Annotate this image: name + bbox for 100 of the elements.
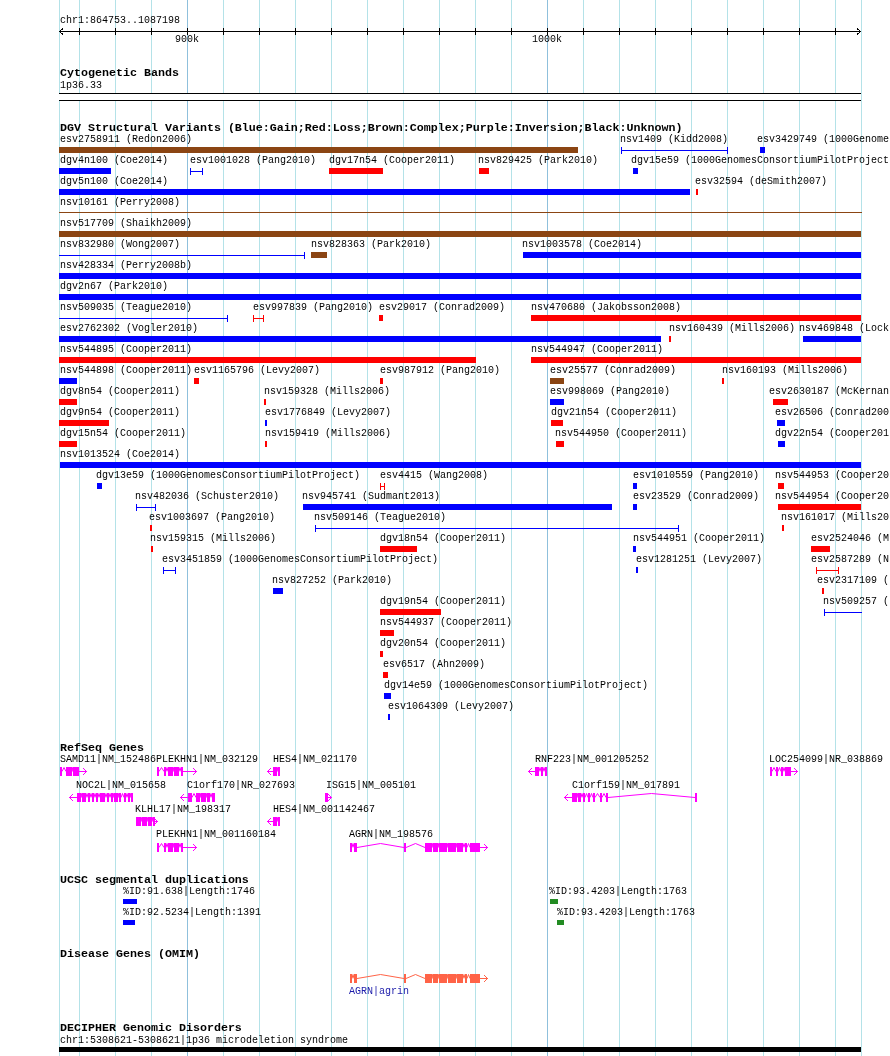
- variant-span[interactable]: [253, 315, 264, 322]
- variant-bar[interactable]: [59, 420, 109, 426]
- duplication-label: %ID:92.5234|Length:1391: [123, 907, 262, 919]
- variant-label: dgv19n54 (Cooper2011): [380, 596, 507, 608]
- variant-bar[interactable]: [60, 462, 861, 468]
- variant-label: esv3429749 (1000Genome: [757, 134, 890, 146]
- variant-bar[interactable]: [633, 504, 637, 510]
- variant-label: nsv832980 (Wong2007): [60, 239, 181, 251]
- gene-model-drawing[interactable]: [350, 974, 488, 983]
- gene-label: C1orf159|NM_017891: [572, 779, 681, 792]
- variant-bar[interactable]: [556, 441, 564, 447]
- variant-bar[interactable]: [273, 588, 283, 594]
- variant-label: esv25577 (Conrad2009): [550, 365, 677, 377]
- variant-bar[interactable]: [551, 420, 563, 426]
- gene-model-drawing[interactable]: [564, 793, 697, 802]
- variant-bar[interactable]: [380, 546, 417, 552]
- variant-bar[interactable]: [59, 189, 690, 195]
- variant-label: nsv159315 (Mills2006): [150, 533, 277, 545]
- variant-bar[interactable]: [550, 378, 564, 384]
- variant-span[interactable]: [816, 567, 839, 574]
- variant-bar[interactable]: [383, 672, 388, 678]
- variant-span[interactable]: [59, 252, 305, 259]
- variant-span[interactable]: [380, 483, 385, 490]
- variant-bar[interactable]: [384, 693, 391, 699]
- variant-span[interactable]: [59, 315, 228, 322]
- variant-bar[interactable]: [380, 609, 441, 615]
- gene-model-drawing[interactable]: [60, 767, 87, 776]
- variant-bar[interactable]: [59, 378, 77, 384]
- duplication-bar[interactable]: [123, 899, 137, 904]
- duplication-bar[interactable]: [550, 899, 558, 904]
- track-title: Disease Genes (OMIM): [60, 947, 200, 961]
- cytoband-bar[interactable]: [59, 93, 861, 101]
- gene-model-drawing[interactable]: [528, 767, 547, 776]
- variant-bar[interactable]: [59, 168, 111, 174]
- gene-model-drawing[interactable]: [267, 767, 280, 776]
- variant-bar[interactable]: [194, 378, 199, 384]
- variant-bar[interactable]: [329, 168, 383, 174]
- gene-label: HES4|NM_021170: [273, 753, 357, 766]
- gene-model-drawing[interactable]: [770, 767, 798, 776]
- variant-bar[interactable]: [760, 147, 765, 153]
- variant-bar[interactable]: [59, 399, 77, 405]
- gene-model-drawing[interactable]: [157, 767, 197, 776]
- variant-bar[interactable]: [778, 504, 861, 510]
- gene-model-drawing[interactable]: [157, 843, 197, 852]
- variant-bar[interactable]: [803, 336, 861, 342]
- variant-span[interactable]: [136, 504, 156, 511]
- variant-span[interactable]: [190, 168, 203, 175]
- disease-gene-label: AGRN|agrin: [349, 986, 409, 998]
- variant-label: dgv15n54 (Cooper2011): [60, 428, 187, 440]
- variant-bar[interactable]: [479, 168, 489, 174]
- variant-label: esv987912 (Pang2010): [380, 365, 501, 377]
- variant-bar[interactable]: [59, 441, 77, 447]
- variant-label: nsv469848 (Lock: [799, 323, 889, 335]
- gene-model-drawing[interactable]: [69, 793, 133, 802]
- gene-model-drawing[interactable]: [350, 843, 488, 852]
- variant-label: nsv470680 (Jakobsson2008): [531, 302, 682, 314]
- variant-bar[interactable]: [380, 630, 394, 636]
- variant-label: nsv10161 (Perry2008): [60, 197, 181, 209]
- variant-span[interactable]: [315, 525, 679, 532]
- variant-span[interactable]: [163, 567, 176, 574]
- variant-bar[interactable]: [380, 651, 383, 657]
- variant-bar[interactable]: [97, 483, 102, 489]
- variant-label: esv1776849 (Levy2007): [265, 407, 392, 419]
- gene-model-drawing[interactable]: [136, 817, 158, 826]
- variant-bar[interactable]: [550, 399, 564, 405]
- duplication-bar[interactable]: [123, 920, 135, 925]
- disorder-bar[interactable]: [59, 1047, 861, 1052]
- gene-model-drawing[interactable]: [267, 817, 280, 826]
- variant-bar[interactable]: [59, 147, 578, 153]
- variant-bar[interactable]: [777, 420, 785, 426]
- variant-label: dgv8n54 (Cooper2011): [60, 386, 181, 398]
- variant-label: esv4415 (Wang2008): [380, 470, 489, 482]
- variant-bar[interactable]: [633, 546, 636, 552]
- tick-label: 1000k: [532, 34, 562, 46]
- variant-bar[interactable]: [59, 231, 861, 237]
- variant-bar[interactable]: [633, 168, 638, 174]
- variant-bar[interactable]: [778, 483, 784, 489]
- variant-bar[interactable]: [311, 252, 327, 258]
- variant-bar[interactable]: [773, 399, 788, 405]
- variant-bar[interactable]: [523, 252, 861, 258]
- gene-model-drawing[interactable]: [325, 793, 332, 802]
- variant-bar[interactable]: [778, 441, 785, 447]
- variant-bar[interactable]: [531, 315, 861, 321]
- variant-bar[interactable]: [59, 357, 476, 363]
- variant-bar[interactable]: [531, 357, 861, 363]
- gene-model-drawing[interactable]: [180, 793, 215, 802]
- variant-bar[interactable]: [633, 483, 637, 489]
- variant-bar[interactable]: [59, 294, 861, 300]
- variant-span[interactable]: [621, 147, 728, 154]
- variant-bar[interactable]: [59, 273, 861, 279]
- variant-bar[interactable]: [303, 504, 612, 510]
- variant-bar[interactable]: [379, 315, 383, 321]
- variant-bar[interactable]: [380, 378, 383, 384]
- variant-label: nsv544895 (Cooper2011): [60, 344, 193, 356]
- duplication-bar[interactable]: [557, 920, 564, 925]
- variant-label: nsv827252 (Park2010): [272, 575, 393, 587]
- gene-label: KLHL17|NM_198317: [135, 803, 231, 816]
- variant-bar[interactable]: [811, 546, 830, 552]
- variant-bar[interactable]: [59, 336, 661, 342]
- variant-span[interactable]: [824, 609, 862, 616]
